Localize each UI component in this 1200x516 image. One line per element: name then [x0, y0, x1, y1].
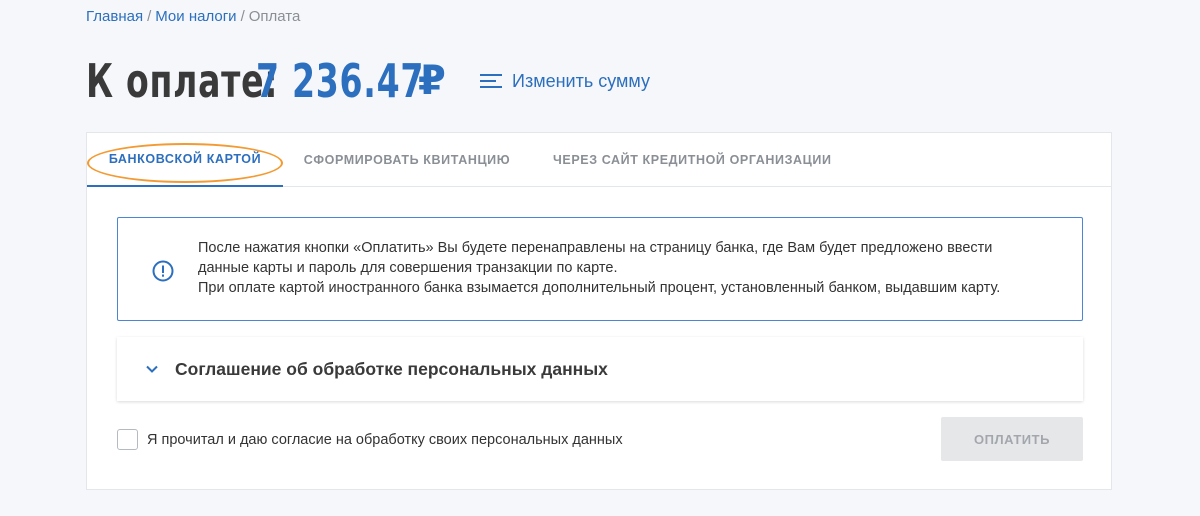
info-icon [152, 260, 174, 282]
change-sum-link[interactable]: Изменить сумму [480, 71, 650, 92]
breadcrumb: Главная / Мои налоги / Оплата [86, 8, 300, 25]
accordion-title: Соглашение об обработке персональных дан… [175, 358, 608, 379]
page-title-label: К оплате: [86, 54, 279, 108]
info-notice: После нажатия кнопки «Оплатить» Вы будет… [117, 217, 1083, 321]
breadcrumb-home[interactable]: Главная [86, 8, 143, 25]
tab-bank-card-label: БАНКОВСКОЙ КАРТОЙ [108, 152, 262, 166]
tab-generate-receipt[interactable]: СФОРМИРОВАТЬ КВИТАНЦИЮ [283, 133, 531, 186]
breadcrumb-current: Оплата [248, 8, 301, 25]
tab-credit-org-site[interactable]: ЧЕРЕЗ САЙТ КРЕДИТНОЙ ОРГАНИЗАЦИИ [531, 133, 854, 186]
breadcrumb-separator: / [240, 8, 245, 25]
payment-amount: 7 236.47 [256, 54, 425, 108]
pay-button[interactable]: ОПЛАТИТЬ [941, 417, 1083, 461]
lines-icon [480, 74, 502, 88]
info-line: данные карты и пароль для совершения тра… [198, 260, 618, 276]
info-text: После нажатия кнопки «Оплатить» Вы будет… [198, 238, 1000, 298]
tab-credit-org-site-label: ЧЕРЕЗ САЙТ КРЕДИТНОЙ ОРГАНИЗАЦИИ [553, 152, 832, 167]
tab-generate-receipt-label: СФОРМИРОВАТЬ КВИТАНЦИЮ [303, 152, 511, 167]
payment-method-tabs: БАНКОВСКОЙ КАРТОЙ СФОРМИРОВАТЬ КВИТАНЦИЮ… [87, 133, 1111, 187]
change-sum-label: Изменить сумму [512, 70, 650, 91]
agreement-checkbox[interactable] [117, 429, 138, 450]
info-line: После нажатия кнопки «Оплатить» Вы будет… [198, 240, 993, 256]
personal-data-agreement-accordion[interactable]: Соглашение об обработке персональных дан… [117, 337, 1083, 401]
breadcrumb-separator: / [147, 8, 152, 25]
chevron-down-icon [146, 365, 158, 373]
currency-symbol: ₽ [418, 58, 446, 104]
breadcrumb-my-taxes[interactable]: Мои налоги [155, 8, 236, 25]
page-title: К оплате: 7 236.47 ₽ Изменить сумму [86, 54, 650, 108]
agreement-row: Я прочитал и даю согласие на обработку с… [117, 429, 623, 450]
agreement-label[interactable]: Я прочитал и даю согласие на обработку с… [147, 432, 623, 448]
info-line: При оплате картой иностранного банка взы… [198, 280, 1001, 296]
payment-card: БАНКОВСКОЙ КАРТОЙ СФОРМИРОВАТЬ КВИТАНЦИЮ… [86, 132, 1112, 490]
tab-bank-card[interactable]: БАНКОВСКОЙ КАРТОЙ [87, 133, 283, 187]
